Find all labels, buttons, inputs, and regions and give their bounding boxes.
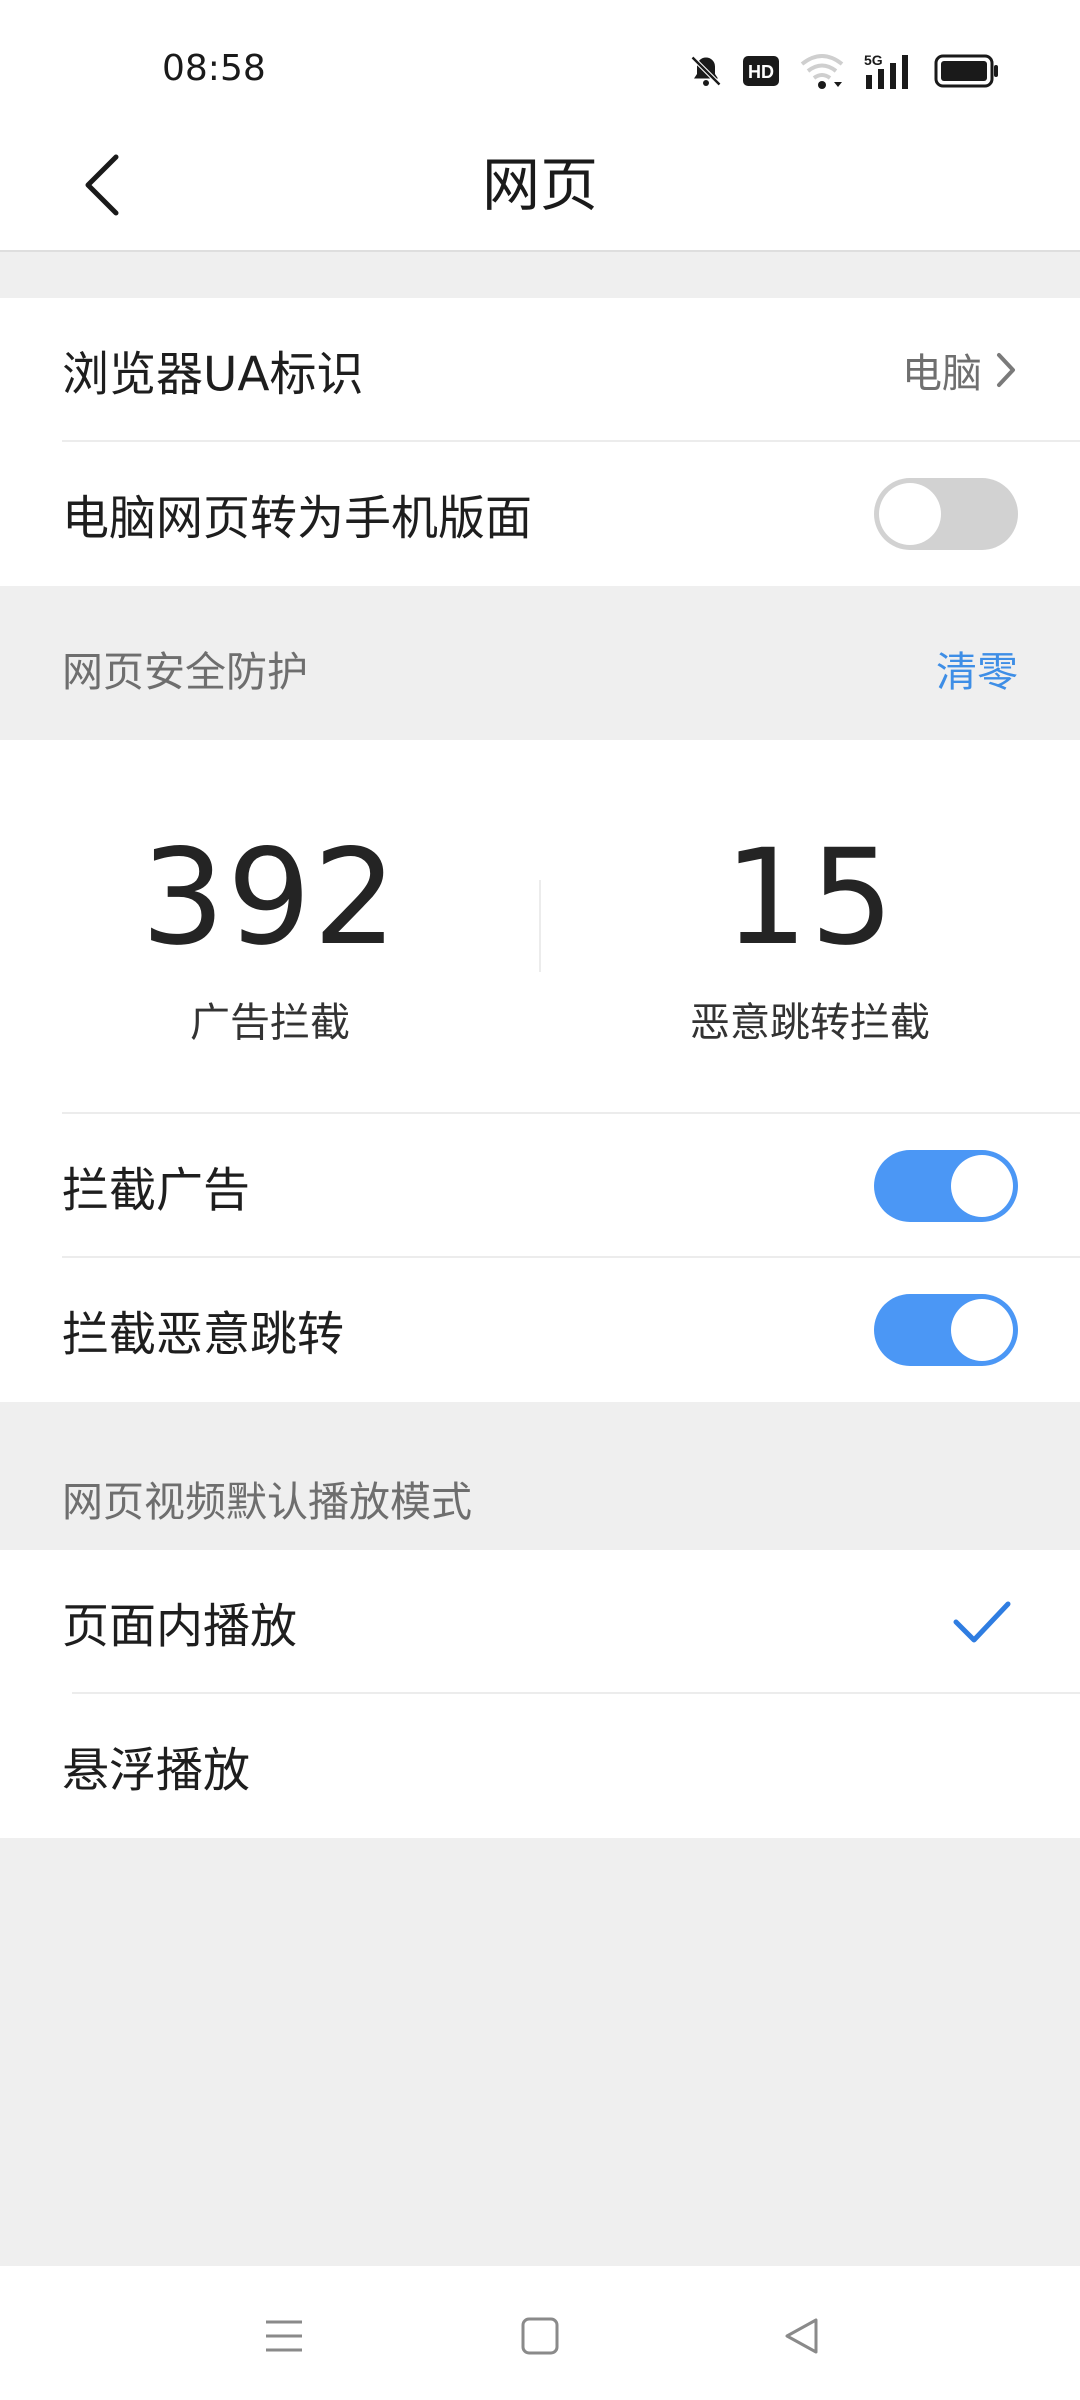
status-bar: 08:58 HD 5G bbox=[0, 0, 1080, 120]
ad-block-label: 广告拦截 bbox=[190, 1000, 350, 1046]
block-ads-row: 拦截广告 bbox=[0, 1114, 1080, 1258]
video-header-label: 网页视频默认播放模式 bbox=[62, 1478, 472, 1526]
svg-text:HD: HD bbox=[748, 62, 774, 82]
security-section: 392 广告拦截 15 恶意跳转拦截 拦截广告 拦截恶意跳转 bbox=[0, 740, 1080, 1402]
video-option-inline[interactable]: 页面内播放 bbox=[0, 1550, 1080, 1694]
ua-value: 电脑 bbox=[902, 341, 1018, 399]
ua-label: 浏览器UA标识 bbox=[62, 347, 364, 403]
ua-setting-row[interactable]: 浏览器UA标识 电脑 bbox=[0, 298, 1080, 442]
hd-icon: HD bbox=[742, 55, 780, 87]
redirect-block-count: 15 bbox=[724, 821, 896, 975]
menu-icon bbox=[266, 2320, 302, 2352]
home-button[interactable] bbox=[500, 2296, 580, 2376]
back-triangle-icon bbox=[785, 2318, 818, 2354]
5g-signal-icon: 5G bbox=[864, 51, 916, 91]
video-section: 页面内播放 悬浮播放 bbox=[0, 1550, 1080, 1838]
video-section-header: 网页视频默认播放模式 bbox=[0, 1402, 1080, 1550]
general-section: 浏览器UA标识 电脑 电脑网页转为手机版面 bbox=[0, 298, 1080, 586]
block-ads-label: 拦截广告 bbox=[62, 1163, 250, 1219]
app-bar: 网页 bbox=[0, 120, 1080, 252]
wifi-icon bbox=[798, 52, 846, 90]
battery-icon bbox=[934, 54, 1000, 88]
page-title: 网页 bbox=[481, 151, 598, 219]
toggle-knob bbox=[879, 483, 941, 545]
redirect-block-label: 恶意跳转拦截 bbox=[690, 1000, 930, 1046]
redirect-block-stat: 15 恶意跳转拦截 bbox=[540, 740, 1080, 1048]
desktop-to-mobile-label: 电脑网页转为手机版面 bbox=[62, 491, 532, 547]
security-header-label: 网页安全防护 bbox=[62, 648, 308, 696]
security-section-header: 网页安全防护 清零 bbox=[0, 586, 1080, 740]
block-ads-toggle[interactable] bbox=[874, 1150, 1018, 1222]
toggle-knob bbox=[951, 1155, 1013, 1217]
video-option-label: 页面内播放 bbox=[62, 1599, 297, 1655]
clear-stats-button[interactable]: 清零 bbox=[936, 638, 1018, 698]
block-redirect-row: 拦截恶意跳转 bbox=[0, 1258, 1080, 1402]
ad-block-stat: 392 广告拦截 bbox=[0, 740, 540, 1048]
video-option-floating[interactable]: 悬浮播放 bbox=[0, 1694, 1080, 1838]
desktop-to-mobile-row: 电脑网页转为手机版面 bbox=[0, 442, 1080, 586]
ua-current-value: 电脑 bbox=[902, 351, 982, 397]
check-icon bbox=[953, 1601, 1011, 1643]
chevron-right-icon bbox=[997, 353, 1015, 387]
block-redirect-label: 拦截恶意跳转 bbox=[62, 1307, 344, 1363]
status-time: 08:58 bbox=[162, 48, 266, 89]
navigation-bar bbox=[0, 2266, 1080, 2400]
status-icons: HD 5G bbox=[688, 48, 1000, 94]
svg-text:5G: 5G bbox=[864, 52, 883, 68]
desktop-to-mobile-toggle[interactable] bbox=[874, 478, 1018, 550]
block-redirect-toggle[interactable] bbox=[874, 1294, 1018, 1366]
toggle-knob bbox=[951, 1299, 1013, 1361]
nav-back-button[interactable] bbox=[762, 2296, 842, 2376]
bell-off-icon bbox=[688, 53, 724, 89]
block-stats: 392 广告拦截 15 恶意跳转拦截 bbox=[0, 740, 1080, 1114]
ad-block-count: 392 bbox=[141, 821, 399, 975]
menu-button[interactable] bbox=[244, 2296, 324, 2376]
video-option-label: 悬浮播放 bbox=[62, 1743, 250, 1799]
home-square-icon bbox=[521, 2317, 559, 2355]
